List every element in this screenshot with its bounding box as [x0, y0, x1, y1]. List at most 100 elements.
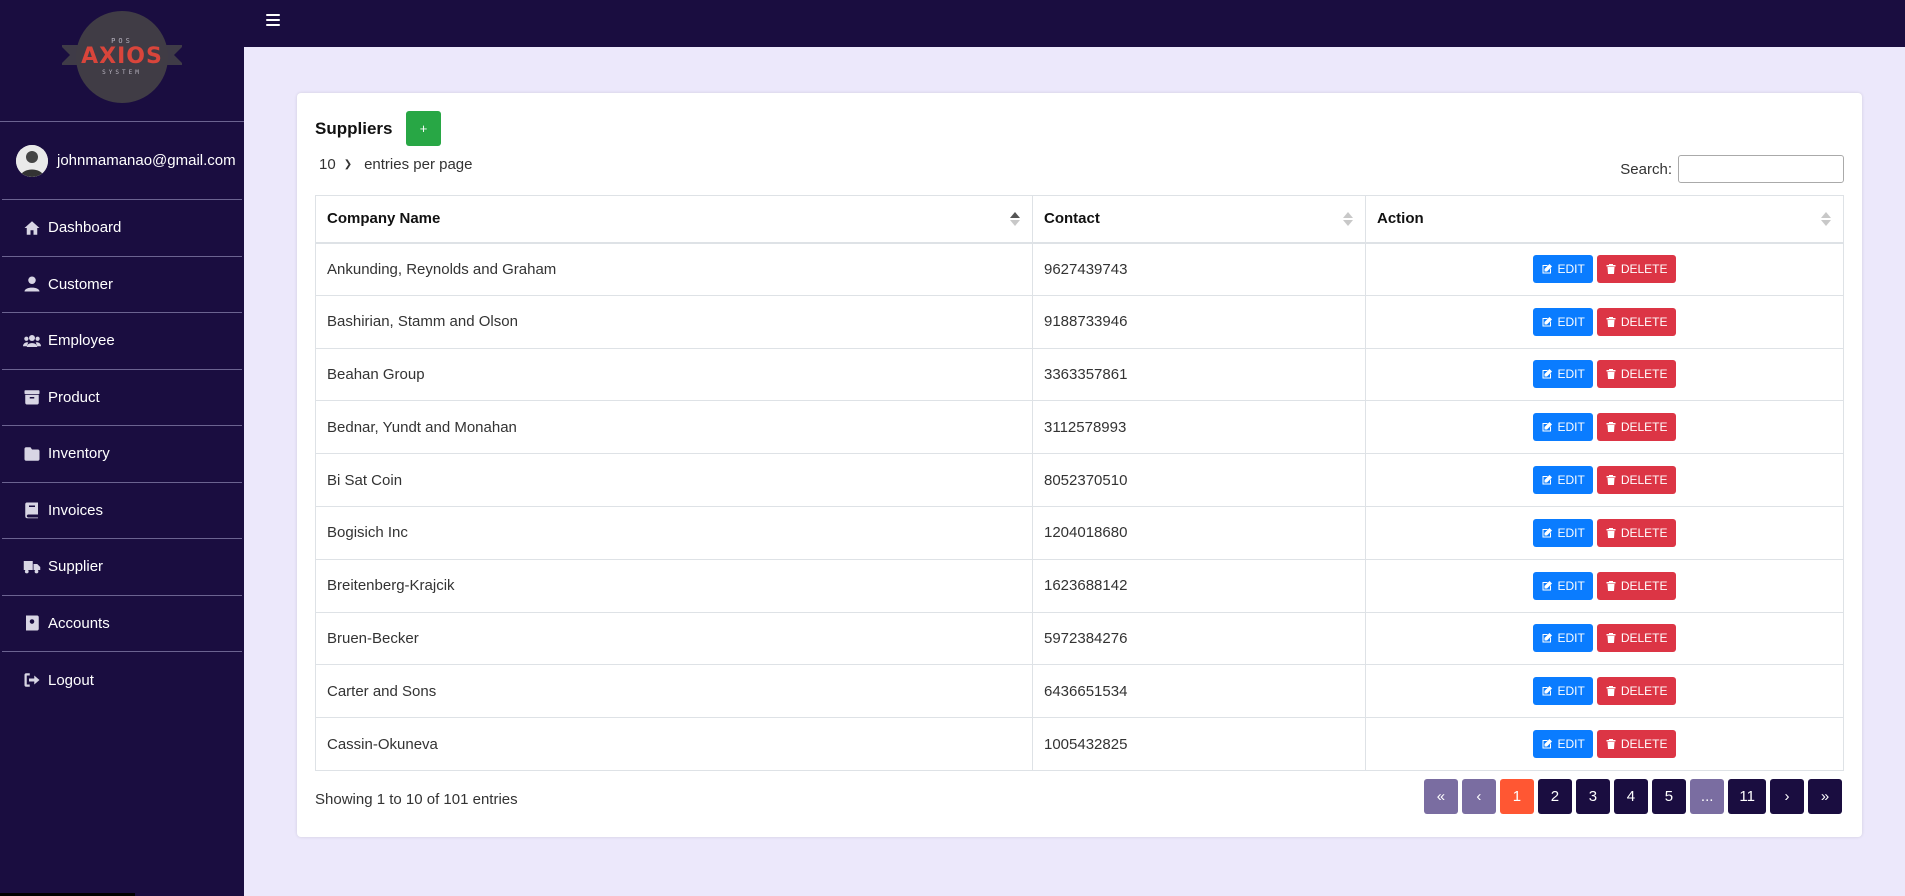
sidebar-item-logout[interactable]: Logout [2, 652, 242, 709]
entries-per-page-select[interactable]: 10 ❯ [319, 156, 352, 173]
edit-button[interactable]: EDIT [1533, 624, 1593, 653]
delete-label: DELETE [1620, 684, 1668, 699]
sidebar-item-inventory[interactable]: Inventory [2, 426, 242, 483]
trash-icon [1605, 421, 1621, 433]
entries-per-page-label: entries per page [364, 156, 473, 173]
action-cell: EDIT DELETE [1365, 664, 1844, 719]
table-info: Showing 1 to 10 of 101 entries [315, 791, 518, 808]
edit-label: EDIT [1557, 262, 1585, 277]
folder-icon [22, 445, 42, 463]
pagination-item[interactable]: » [1808, 779, 1842, 814]
table-search: Search: [1620, 155, 1844, 183]
edit-label: EDIT [1557, 525, 1585, 540]
add-supplier-button[interactable]: + [406, 111, 441, 146]
sidebar-item-product[interactable]: Product [2, 370, 242, 426]
contact-cell: 6436651534 [1032, 664, 1366, 719]
sidebar-item-label: Supplier [48, 558, 104, 576]
delete-button[interactable]: DELETE [1596, 624, 1676, 653]
sidebar-item-label: Dashboard [48, 219, 122, 237]
column-header-action[interactable]: Action [1365, 195, 1844, 244]
edit-button[interactable]: EDIT [1533, 730, 1593, 759]
page-title: Suppliers [315, 119, 393, 138]
search-input[interactable] [1678, 155, 1844, 183]
pagination-item[interactable]: 4 [1613, 779, 1648, 814]
edit-button[interactable]: EDIT [1533, 571, 1593, 600]
column-header-label: Action [1377, 210, 1424, 228]
company-cell: Ankunding, Reynolds and Graham [315, 242, 1033, 296]
logo-brand-text: AXIOS [81, 43, 163, 69]
delete-button[interactable]: DELETE [1596, 466, 1676, 495]
action-cell: EDIT DELETE [1365, 347, 1844, 402]
action-cell: EDIT DELETE [1365, 242, 1844, 296]
edit-label: EDIT [1557, 473, 1585, 488]
delete-button[interactable]: DELETE [1596, 255, 1676, 284]
contact-cell: 1005432825 [1032, 717, 1366, 771]
edit-button[interactable]: EDIT [1533, 413, 1593, 442]
search-label: Search: [1620, 160, 1672, 178]
company-cell: Bednar, Yundt and Monahan [315, 400, 1033, 455]
delete-button[interactable]: DELETE [1596, 413, 1676, 442]
edit-label: EDIT [1557, 314, 1585, 329]
edit-button[interactable]: EDIT [1533, 677, 1593, 706]
menu-toggle-icon[interactable] [266, 14, 280, 27]
pagination-item[interactable]: › [1770, 779, 1804, 814]
contact-cell: 1623688142 [1032, 558, 1366, 613]
column-header-contact[interactable]: Contact [1032, 195, 1366, 244]
delete-button[interactable]: DELETE [1596, 677, 1676, 706]
chevron-down-icon: ❯ [343, 159, 353, 170]
delete-button[interactable]: DELETE [1596, 571, 1676, 600]
pagination-item: ... [1689, 779, 1725, 814]
edit-button[interactable]: EDIT [1533, 466, 1593, 495]
delete-button[interactable]: DELETE [1596, 518, 1676, 547]
home-icon [22, 219, 42, 237]
pagination-item[interactable]: 3 [1575, 779, 1610, 814]
sidebar-item-label: Logout [48, 671, 94, 689]
edit-icon [1541, 580, 1557, 592]
sidebar-item-invoices[interactable]: Invoices [2, 483, 242, 539]
company-cell: Bi Sat Coin [315, 453, 1033, 507]
delete-button[interactable]: DELETE [1596, 360, 1676, 389]
delete-button[interactable]: DELETE [1596, 730, 1676, 759]
address-book-icon [22, 614, 42, 632]
user-profile[interactable]: johnmamanao@gmail.com [2, 122, 242, 200]
column-header-company[interactable]: Company Name [315, 195, 1033, 244]
table-row: Ankunding, Reynolds and Graham 9627439743… [315, 242, 1844, 296]
user-avatar-icon [16, 144, 48, 177]
sidebar-item-employee[interactable]: Employee [2, 313, 242, 370]
edit-button[interactable]: EDIT [1533, 360, 1593, 389]
edit-button[interactable]: EDIT [1533, 518, 1593, 547]
company-cell: Breitenberg-Krajcik [315, 558, 1033, 613]
axios-pos-logo[interactable]: POS AXIOS SYSTEM [60, 10, 184, 111]
edit-button[interactable]: EDIT [1533, 307, 1593, 336]
sidebar-item-label: Product [48, 388, 100, 406]
delete-label: DELETE [1620, 367, 1668, 382]
table-row: Bi Sat Coin 8052370510 EDIT DELETE [315, 453, 1844, 507]
trash-icon [1605, 632, 1621, 644]
table-row: Bednar, Yundt and Monahan 3112578993 EDIT D… [315, 400, 1844, 455]
sidebar-item-dashboard[interactable]: Dashboard [2, 200, 242, 257]
company-cell: Bruen-Becker [315, 611, 1033, 666]
sidebar: POS AXIOS SYSTEM johnmamanao@gmail.com D… [0, 0, 244, 896]
column-header-label: Company Name [327, 210, 441, 228]
sidebar-item-accounts[interactable]: Accounts [2, 596, 242, 652]
pagination-item[interactable]: 5 [1651, 779, 1686, 814]
sidebar-nav: Dashboard Customer Employee Product Inve… [0, 200, 244, 709]
pagination-item[interactable]: 2 [1537, 779, 1572, 814]
pagination-item[interactable]: 11 [1728, 779, 1766, 814]
delete-button[interactable]: DELETE [1596, 307, 1676, 336]
pagination-item[interactable]: 1 [1499, 779, 1534, 814]
sidebar-item-customer[interactable]: Customer [2, 257, 242, 313]
sort-icon [1821, 211, 1831, 226]
delete-label: DELETE [1620, 314, 1668, 329]
entries-length-control: 10 ❯ entries per page [319, 156, 472, 173]
trash-icon [1605, 685, 1621, 697]
sidebar-item-label: Accounts [48, 614, 110, 632]
avatar [16, 144, 48, 177]
sidebar-item-supplier[interactable]: Supplier [2, 539, 242, 596]
contact-cell: 3363357861 [1032, 347, 1366, 402]
users-icon [22, 332, 42, 350]
contact-cell: 9627439743 [1032, 242, 1366, 296]
delete-label: DELETE [1620, 525, 1668, 540]
edit-label: EDIT [1557, 631, 1585, 646]
edit-button[interactable]: EDIT [1533, 255, 1593, 284]
